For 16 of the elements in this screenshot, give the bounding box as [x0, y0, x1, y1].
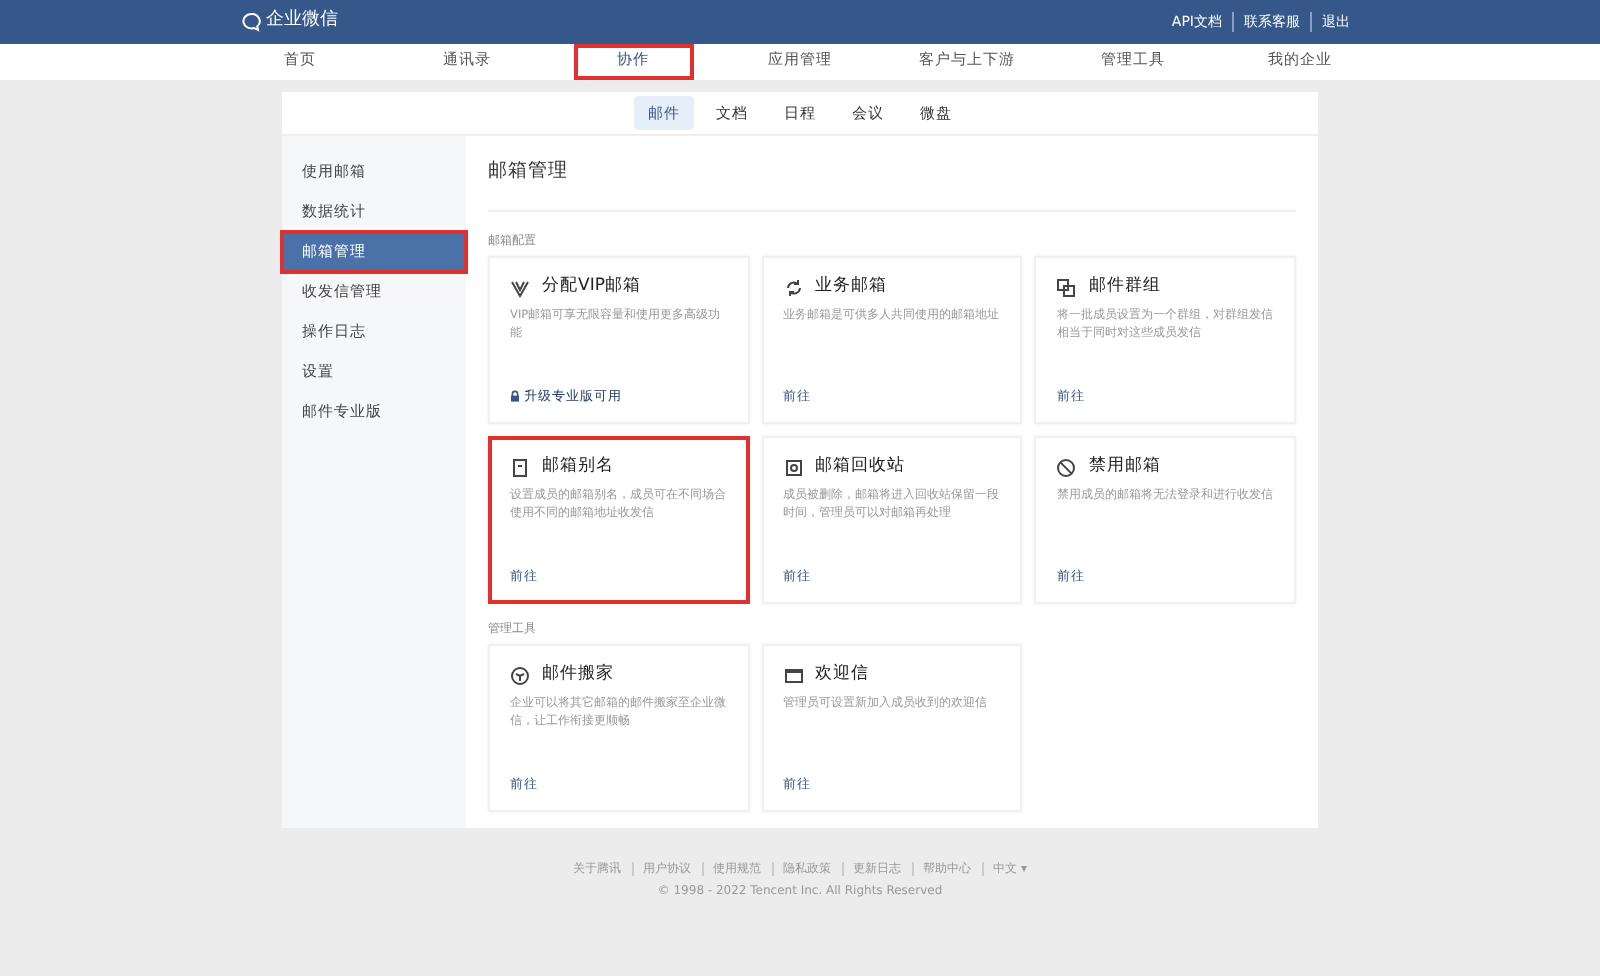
card-title: 禁用邮箱 — [1088, 454, 1161, 480]
forbidden-icon — [1056, 457, 1077, 478]
card-title: 邮箱回收站 — [815, 454, 906, 480]
card-title: 邮箱别名 — [542, 454, 614, 480]
product-logo: 企业微信 — [266, 8, 338, 35]
v-icon — [510, 277, 530, 298]
card-title: 欢迎信 — [815, 662, 870, 688]
card-title: 邮件搬家 — [542, 662, 614, 688]
refresh-icon — [783, 277, 804, 298]
card-title: 邮件群组 — [1088, 274, 1161, 300]
card-title: 业务邮箱 — [815, 274, 888, 300]
card-title: 分配VIP邮箱 — [542, 274, 641, 300]
recycle-bin-icon — [783, 457, 804, 478]
overlapping-squares-icon — [1056, 277, 1077, 298]
page-title: 邮箱管理 — [488, 158, 570, 186]
chat-bubble-icon — [240, 12, 262, 32]
